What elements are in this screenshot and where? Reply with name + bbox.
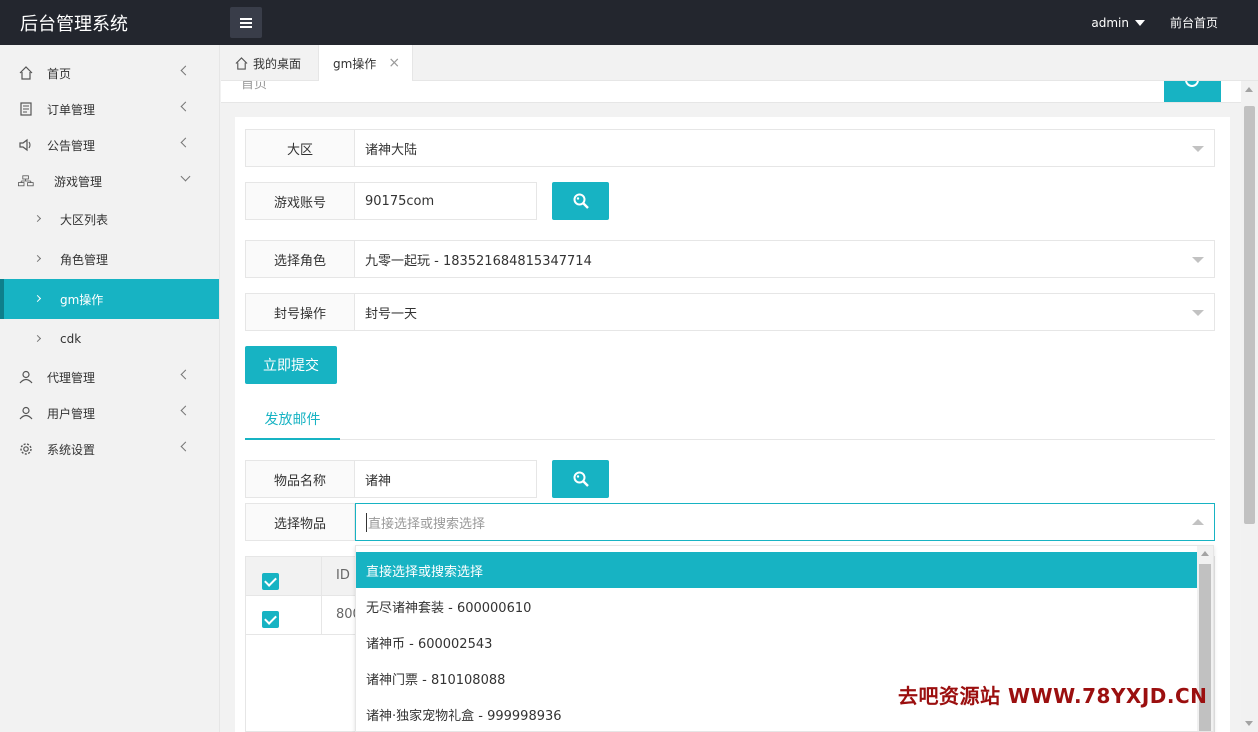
search-icon xyxy=(573,471,589,487)
chevron-right-icon xyxy=(33,214,42,223)
mail-tabs: 发放邮件 xyxy=(245,400,1215,440)
frontpage-link[interactable]: 前台首页 xyxy=(1170,14,1218,31)
account-label: 游戏账号 xyxy=(245,182,355,220)
sitemap-icon xyxy=(18,173,34,189)
dropdown-option[interactable]: 无尽诸神套装 - 600000610 xyxy=(356,588,1198,624)
item-name-input[interactable]: 诸神 xyxy=(355,460,537,498)
tab-send-mail[interactable]: 发放邮件 xyxy=(245,400,340,440)
chevron-left-icon xyxy=(180,369,191,380)
page-scrollbar[interactable] xyxy=(1241,81,1258,732)
user-name: admin xyxy=(1091,15,1129,30)
close-icon[interactable]: × xyxy=(388,55,400,71)
region-select[interactable]: 诸神大陆 xyxy=(355,129,1215,167)
chevron-right-icon xyxy=(33,254,42,263)
select-item-label: 选择物品 xyxy=(245,503,355,541)
speaker-icon xyxy=(18,137,34,153)
sidebar-item-settings[interactable]: 系统设置 xyxy=(0,431,219,467)
role-select[interactable]: 九零一起玩 - 183521684815347714 xyxy=(355,240,1215,278)
item-name-row: 物品名称 诸神 xyxy=(245,460,609,498)
tab-bar: 我的桌面 gm操作 × xyxy=(221,45,1258,81)
app-title: 后台管理系统 xyxy=(20,14,128,35)
item-name-label: 物品名称 xyxy=(245,460,355,498)
hamburger-icon xyxy=(240,18,252,20)
chevron-left-icon xyxy=(180,101,191,112)
region-label: 大区 xyxy=(245,129,355,167)
account-row: 游戏账号 90175com xyxy=(245,182,609,220)
tab-gm[interactable]: gm操作 × xyxy=(318,45,413,81)
chevron-down-icon xyxy=(180,171,191,182)
column-header-id: ID xyxy=(336,568,350,583)
caret-down-icon xyxy=(1192,146,1204,152)
sidebar-item-orders[interactable]: 订单管理 xyxy=(0,91,219,127)
sidebar-item-notices[interactable]: 公告管理 xyxy=(0,127,219,163)
ban-label: 封号操作 xyxy=(245,293,355,331)
chevron-left-icon xyxy=(180,65,191,76)
row-checkbox[interactable] xyxy=(262,611,279,628)
home-icon xyxy=(18,65,34,81)
gear-icon xyxy=(18,441,34,457)
user-icon xyxy=(18,369,34,385)
account-input[interactable]: 90175com xyxy=(355,182,537,220)
submit-button[interactable]: 立即提交 xyxy=(245,346,337,384)
sidebar: 首页 订单管理 公告管理 游戏管理 大区列表 角色管理 gm操作 cdk 代理管… xyxy=(0,45,220,732)
caret-down-icon xyxy=(1134,19,1145,26)
select-all-checkbox[interactable] xyxy=(262,573,279,590)
sidebar-item-agents[interactable]: 代理管理 xyxy=(0,359,219,395)
refresh-button[interactable] xyxy=(1164,81,1221,102)
sidebar-subitem-gm[interactable]: gm操作 xyxy=(0,279,219,319)
scroll-up-icon[interactable] xyxy=(1245,87,1253,92)
sidebar-item-home[interactable]: 首页 xyxy=(0,55,219,91)
sidebar-item-games[interactable]: 游戏管理 xyxy=(0,163,219,199)
chevron-left-icon xyxy=(180,405,191,416)
caret-up-icon xyxy=(1192,519,1204,525)
scroll-down-icon[interactable] xyxy=(1245,721,1253,726)
top-header: 后台管理系统 admin 前台首页 xyxy=(0,0,1258,45)
sidebar-subitem-region-list[interactable]: 大区列表 xyxy=(0,199,219,239)
caret-down-icon xyxy=(1192,310,1204,316)
sidebar-subitem-roles[interactable]: 角色管理 xyxy=(0,239,219,279)
item-search-button[interactable] xyxy=(552,460,609,498)
chevron-right-icon xyxy=(33,294,42,303)
user-icon xyxy=(18,405,34,421)
dropdown-option[interactable]: 诸神币 - 600002543 xyxy=(356,624,1198,660)
select-item-input[interactable]: 直接选择或搜索选择 xyxy=(355,503,1215,541)
watermark: 去吧资源站 WWW.78YXJD.CN xyxy=(898,684,1208,708)
scroll-up-icon xyxy=(1201,551,1209,556)
chevron-left-icon xyxy=(180,441,191,452)
ban-select[interactable]: 封号一天 xyxy=(355,293,1215,331)
caret-down-icon xyxy=(1192,257,1204,263)
dropdown-option[interactable]: 直接选择或搜索选择 xyxy=(356,552,1198,588)
ban-row: 封号操作 封号一天 xyxy=(245,293,1215,331)
account-search-button[interactable] xyxy=(552,182,609,220)
role-label: 选择角色 xyxy=(245,240,355,278)
region-row: 大区 诸神大陆 xyxy=(245,129,1215,167)
refresh-icon xyxy=(1185,81,1199,87)
chevron-left-icon xyxy=(180,137,191,148)
tab-home[interactable]: 我的桌面 xyxy=(221,45,318,81)
document-icon xyxy=(18,101,34,117)
role-row: 选择角色 九零一起玩 - 183521684815347714 xyxy=(245,240,1215,278)
user-menu[interactable]: admin xyxy=(1091,16,1145,30)
chevron-right-icon xyxy=(33,334,42,343)
breadcrumb: 首页 xyxy=(221,81,1241,103)
menu-toggle-button[interactable] xyxy=(230,7,262,38)
select-item-row: 选择物品 直接选择或搜索选择 xyxy=(245,503,1215,541)
home-icon xyxy=(235,56,248,70)
search-icon xyxy=(573,193,589,209)
sidebar-item-users[interactable]: 用户管理 xyxy=(0,395,219,431)
sidebar-subitem-cdk[interactable]: cdk xyxy=(0,319,219,359)
